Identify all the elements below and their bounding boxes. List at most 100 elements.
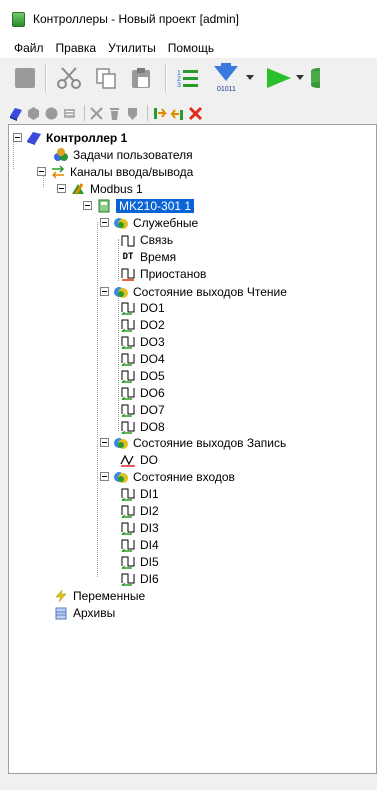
remove-button[interactable]	[44, 106, 59, 121]
tree-label: DO1	[140, 300, 165, 315]
database-button[interactable]	[310, 62, 320, 94]
status-bar	[8, 774, 377, 790]
tree-node-do-output[interactable]: DO6	[120, 384, 165, 401]
collapse-toggle[interactable]	[100, 438, 109, 447]
cut-tree-button[interactable]	[89, 106, 104, 121]
signal-icon	[120, 233, 136, 247]
collapse-toggle[interactable]	[57, 184, 66, 193]
cut-button[interactable]	[54, 62, 84, 94]
tree-label: DO8	[140, 419, 165, 434]
run-dropdown[interactable]	[294, 62, 306, 94]
tree-node-archives[interactable]: Архивы	[53, 604, 115, 621]
archive-icon	[53, 606, 69, 620]
collapse-toggle[interactable]	[13, 133, 22, 142]
tree-label: Состояние входов	[133, 469, 235, 484]
tree-label: DO	[140, 452, 158, 467]
tree-node-do-output[interactable]: DO4	[120, 350, 165, 367]
digital-signal-icon	[120, 369, 136, 383]
cut-icon	[57, 67, 81, 89]
tree-node-out-read[interactable]: Состояние выходов Чтение	[100, 283, 287, 300]
copy-button[interactable]	[88, 62, 124, 94]
tree-node-vremya[interactable]: DT Время	[120, 248, 177, 265]
compile-dropdown[interactable]	[244, 62, 256, 94]
compile-button[interactable]: 01011	[208, 62, 244, 94]
tree-label: DI3	[140, 520, 159, 535]
tree-node-priostanov[interactable]: Приостанов	[120, 265, 206, 282]
tree-label: Переменные	[73, 588, 146, 603]
tree-node-out-write[interactable]: Состояние выходов Запись	[100, 434, 286, 451]
tree-node-device[interactable]: MK210-301 1	[83, 197, 195, 214]
collapse-toggle[interactable]	[83, 201, 92, 210]
tree-node-do-output[interactable]: DO5	[120, 367, 165, 384]
tree-label: Время	[140, 249, 177, 264]
tree-node-di-input[interactable]: DI5	[120, 553, 159, 570]
tree-node-inputs[interactable]: Состояние входов	[100, 468, 235, 485]
device-icon	[96, 199, 112, 213]
run-button[interactable]	[264, 62, 294, 94]
paste-button[interactable]	[124, 62, 158, 94]
modbus-icon	[70, 182, 86, 196]
collapse-toggle[interactable]	[100, 287, 109, 296]
menu-bar: Файл Правка Утилиты Помощь	[0, 38, 377, 58]
tree-node-di-input[interactable]: DI6	[120, 570, 159, 587]
shield-icon	[128, 107, 137, 120]
tree-node-do-output[interactable]: DO1	[120, 299, 165, 316]
copy-icon	[96, 68, 116, 89]
tree-node-do-output[interactable]: DO3	[120, 333, 165, 350]
tree-node-io-channels[interactable]: Каналы ввода/вывода	[37, 163, 193, 180]
controller-icon	[10, 107, 22, 121]
controller-button[interactable]	[8, 106, 23, 121]
tree-node-modbus[interactable]: Modbus 1	[57, 180, 143, 197]
list-icon: 1 2 3	[177, 70, 198, 89]
add-button[interactable]	[26, 106, 41, 121]
tree-node-do-output[interactable]: DO8	[120, 418, 165, 435]
digital-signal-icon	[120, 420, 136, 434]
analog-signal-icon	[120, 453, 136, 467]
tree-label: Modbus 1	[90, 181, 143, 196]
stop-button[interactable]	[12, 62, 38, 94]
tree-connector	[97, 222, 98, 577]
export-icon	[170, 108, 183, 120]
menu-utilities[interactable]: Утилиты	[102, 41, 162, 55]
tree-node-svyaz[interactable]: Связь	[120, 231, 173, 248]
tree-node-user-tasks[interactable]: Задачи пользователя	[53, 146, 193, 163]
import-button[interactable]	[152, 106, 167, 121]
digital-signal-icon	[120, 504, 136, 518]
main-toolbar: 1 2 3 01011	[0, 58, 377, 98]
tree-label: DO6	[140, 385, 165, 400]
shield-button[interactable]	[125, 106, 140, 121]
digital-signal-icon	[120, 335, 136, 349]
dropdown-arrow-icon	[246, 75, 254, 80]
tree-node-do-output[interactable]: DO2	[120, 316, 165, 333]
tree-node-di-input[interactable]: DI2	[120, 502, 159, 519]
trash-button[interactable]	[107, 106, 122, 121]
delete-icon	[45, 107, 58, 119]
list-button[interactable]: 1 2 3	[174, 62, 202, 94]
menu-edit[interactable]: Правка	[50, 41, 103, 55]
toolbar-separator	[45, 64, 47, 92]
group-icon	[113, 285, 129, 299]
tree-node-di-input[interactable]: DI4	[120, 536, 159, 553]
tree-node-service[interactable]: Служебные	[100, 214, 198, 231]
tree-node-di-input[interactable]: DI3	[120, 519, 159, 536]
properties-button[interactable]	[62, 106, 77, 121]
close-button[interactable]	[188, 106, 203, 121]
tree-node-do-output[interactable]: DO7	[120, 401, 165, 418]
digital-signal-icon	[120, 318, 136, 332]
tree-node-variables[interactable]: Переменные	[53, 587, 145, 604]
properties-icon	[64, 108, 75, 118]
export-button[interactable]	[170, 106, 185, 121]
project-tree: Контроллер 1 Задачи пользователя Каналы …	[8, 124, 377, 774]
tree-node-di-input[interactable]: DI1	[120, 485, 159, 502]
cut-icon	[90, 106, 103, 120]
tree-node-controller[interactable]: Контроллер 1	[13, 129, 127, 146]
tree-label: Связь	[140, 232, 174, 247]
collapse-toggle[interactable]	[100, 218, 109, 227]
collapse-toggle[interactable]	[37, 167, 46, 176]
collapse-toggle[interactable]	[100, 472, 109, 481]
menu-file[interactable]: Файл	[0, 41, 50, 55]
tree-node-do[interactable]: DO	[120, 451, 158, 468]
digital-signal-icon	[120, 386, 136, 400]
datetime-icon: DT	[122, 251, 134, 262]
menu-help[interactable]: Помощь	[162, 41, 220, 55]
